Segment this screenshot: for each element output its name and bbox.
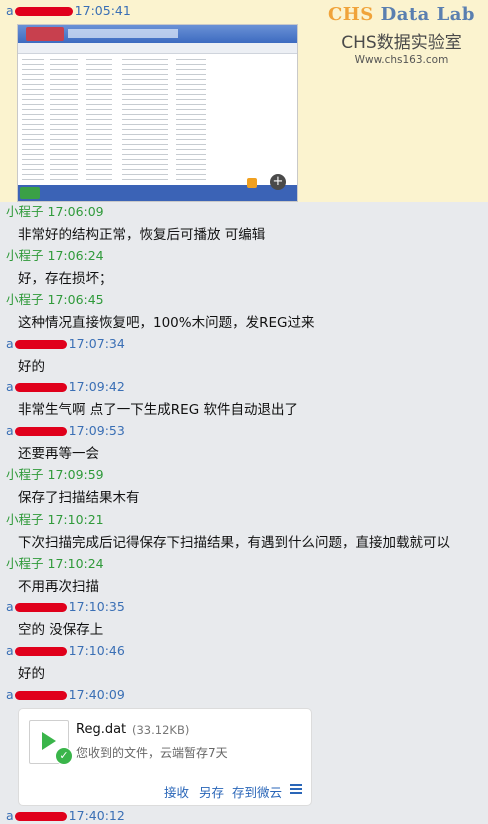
file-name: Reg.dat xyxy=(76,722,127,737)
message-header: 小程子 17:10:21 xyxy=(6,512,104,528)
sender-name: 小程子 xyxy=(6,292,44,307)
sender-name: a xyxy=(6,599,14,614)
redacted-name xyxy=(14,691,67,700)
sender-name: 小程子 xyxy=(6,248,44,263)
sender-name: 小程子 xyxy=(6,556,44,571)
thumbnail-app-logo xyxy=(26,27,64,41)
sender-name: a xyxy=(6,336,14,351)
message-text: 好的 xyxy=(18,666,45,682)
sender-name: a xyxy=(6,808,14,823)
redacted-name xyxy=(14,603,67,612)
redacted-name xyxy=(14,7,73,16)
message-time: 17:06:24 xyxy=(47,248,104,263)
message-text: 这种情况直接恢复吧，100%木问题，发REG过来 xyxy=(18,315,315,331)
thumbnail-col-gap xyxy=(78,55,86,183)
message-time: 17:10:21 xyxy=(47,512,104,527)
sender-name: a xyxy=(6,379,14,394)
thumbnail-col-gap xyxy=(112,55,122,183)
redacted-name xyxy=(14,383,67,392)
redacted-name xyxy=(14,340,67,349)
message-header: 小程子 17:06:45 xyxy=(6,292,104,308)
menu-icon[interactable] xyxy=(290,784,302,794)
sender-name: a xyxy=(6,643,14,658)
message-text: 下次扫描完成后记得保存下扫描结果，有遇到什么问题，直接加载就可以 xyxy=(18,535,450,551)
message-header: a 17:09:42 xyxy=(6,379,125,395)
message-text: 空的 没保存上 xyxy=(18,622,104,638)
message-text: 不用再次扫描 xyxy=(18,579,99,595)
message-text: 保存了扫描结果木有 xyxy=(18,490,140,506)
save-as-button[interactable]: 另存 xyxy=(199,782,224,801)
thumbnail-col-gap xyxy=(168,55,176,183)
sender-name: 小程子 xyxy=(6,512,44,527)
thumbnail-start-button xyxy=(20,187,40,199)
screenshot-thumbnail[interactable] xyxy=(17,24,298,202)
message-time: 17:07:34 xyxy=(68,336,125,351)
message-text: 好，存在损坏； xyxy=(18,271,113,287)
message-time: 17:05:41 xyxy=(74,3,131,18)
share-icon[interactable] xyxy=(247,178,257,188)
message-time: 17:09:59 xyxy=(47,467,104,482)
message-time: 17:40:09 xyxy=(68,687,125,702)
message-header: 小程子 17:06:24 xyxy=(6,248,104,264)
save-to-weiyun-button[interactable]: 存到微云 xyxy=(232,782,282,801)
thumbnail-title-text xyxy=(68,29,178,38)
receive-button[interactable]: 接收 xyxy=(164,782,189,801)
message-header: a 17:09:53 xyxy=(6,423,125,439)
watermark-url: Www.chs163.com xyxy=(354,54,449,66)
message-time: 17:40:12 xyxy=(68,808,125,823)
sender-name: a xyxy=(6,687,14,702)
message-header: a 17:40:12 xyxy=(6,808,125,824)
message-time: 17:10:46 xyxy=(68,643,125,658)
file-note: 您收到的文件，云端暂存7天 xyxy=(76,746,228,760)
message-header: a 17:07:34 xyxy=(6,336,125,352)
message-text: 还要再等一会 xyxy=(18,446,99,462)
sender-name: a xyxy=(6,3,14,18)
message-time: 17:10:35 xyxy=(68,599,125,614)
message-time: 17:06:45 xyxy=(47,292,104,307)
message-text: 非常生气啊 点了一下生成REG 软件自动退出了 xyxy=(18,402,298,418)
thumbnail-col-gap xyxy=(44,55,50,183)
message-header: 小程子 17:10:24 xyxy=(6,556,104,572)
sender-name: 小程子 xyxy=(6,467,44,482)
message-header: a 17:40:09 xyxy=(6,687,125,703)
watermark-title: CHS Data Lab xyxy=(327,4,476,25)
watermark-logo: CHS Data Lab CHS数据实验室 Www.chs163.com xyxy=(319,4,484,68)
sender-name: 小程子 xyxy=(6,204,44,219)
check-icon: ✓ xyxy=(55,747,73,765)
redacted-name xyxy=(14,427,67,436)
message-header: 小程子 17:06:09 xyxy=(6,204,104,220)
redacted-name xyxy=(14,812,67,821)
message-text: 好的 xyxy=(18,359,45,375)
file-transfer-card: ✓ Reg.dat (33.12KB) 您收到的文件，云端暂存7天 接收 另存 … xyxy=(18,708,312,806)
file-size: (33.12KB) xyxy=(132,723,190,737)
sender-name: a xyxy=(6,423,14,438)
play-icon xyxy=(42,732,56,750)
watermark-subtitle: CHS数据实验室 xyxy=(341,33,462,53)
thumbnail-col-gap xyxy=(206,55,284,183)
thumbnail-toolbar xyxy=(18,43,297,54)
zoom-in-icon[interactable]: + xyxy=(270,174,286,190)
message-header: a 17:05:41 xyxy=(6,3,131,19)
message-time: 17:09:53 xyxy=(68,423,125,438)
message-header: a 17:10:35 xyxy=(6,599,125,615)
message-header: 小程子 17:09:59 xyxy=(6,467,104,483)
message-time: 17:09:42 xyxy=(68,379,125,394)
message-header: a 17:10:46 xyxy=(6,643,125,659)
message-text: 非常好的结构正常，恢复后可播放 可编辑 xyxy=(18,227,266,243)
message-time: 17:10:24 xyxy=(47,556,104,571)
message-time: 17:06:09 xyxy=(47,204,104,219)
redacted-name xyxy=(14,647,67,656)
